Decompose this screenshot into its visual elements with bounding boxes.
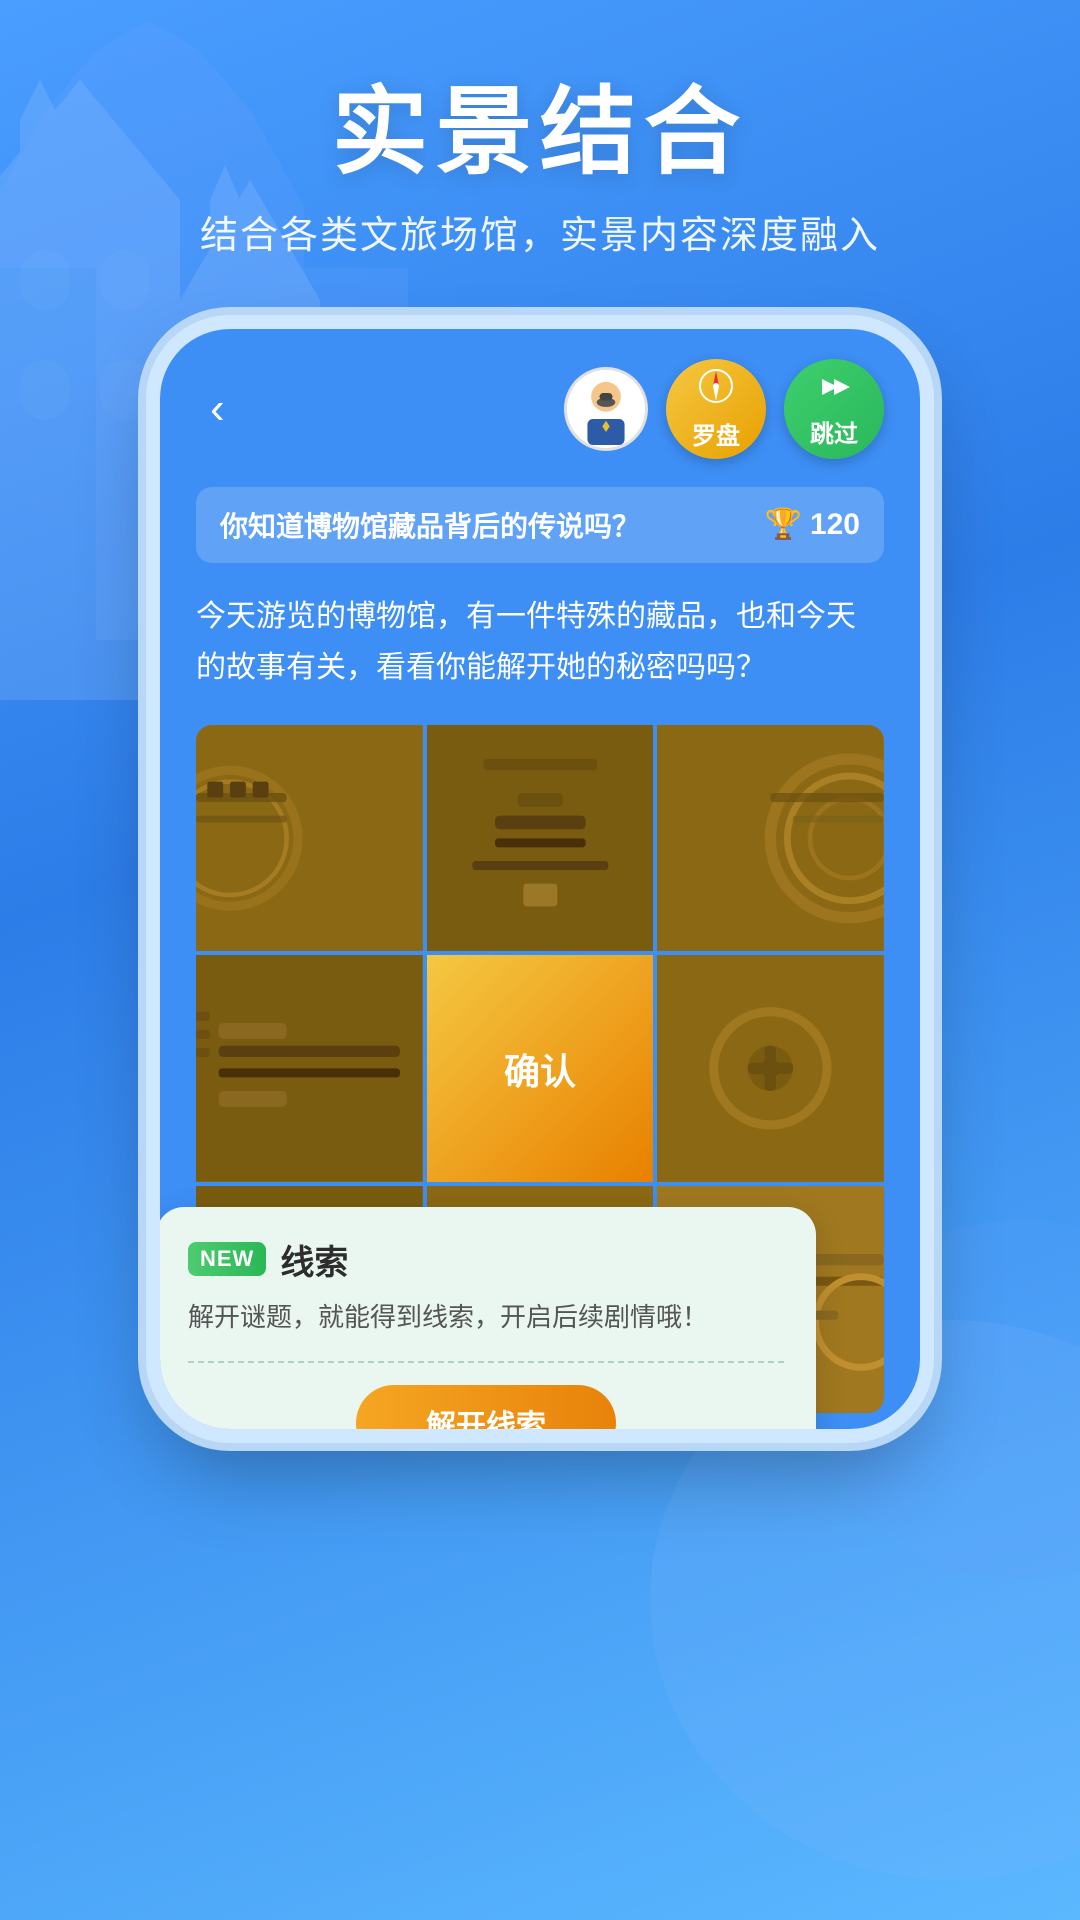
compass-icon: [697, 367, 735, 414]
clue-desc: 解开谜题，就能得到线索，开启后续剧情哦！: [188, 1298, 784, 1337]
sub-title: 结合各类文旅场馆，实景内容深度融入: [0, 204, 1080, 259]
phone-screen: ‹: [160, 329, 920, 1429]
puzzle-cell-4[interactable]: [196, 955, 423, 1182]
puzzle-area: 确认: [196, 725, 884, 1413]
puzzle-cell-3[interactable]: [657, 725, 884, 952]
skip-label: 跳过: [810, 414, 858, 449]
puzzle-cell-1[interactable]: [196, 725, 423, 952]
main-title: 实景结合: [0, 80, 1080, 186]
skip-button[interactable]: 跳过: [784, 359, 884, 459]
back-button[interactable]: ‹: [196, 376, 239, 442]
puzzle-cell-6[interactable]: [657, 955, 884, 1182]
skip-icon: [816, 369, 852, 414]
clue-card: NEW 线索 解开谜题，就能得到线索，开启后续剧情哦！ 解开线索: [160, 1207, 816, 1429]
puzzle-cell-2[interactable]: [427, 725, 654, 952]
compass-button[interactable]: 罗盘: [666, 359, 766, 459]
confirm-cell[interactable]: 确认: [427, 955, 654, 1182]
score-value: 120: [810, 508, 860, 542]
question-bar: 你知道博物馆藏品背后的传说吗？ 🏆 120: [196, 487, 884, 563]
nav-right: 罗盘 跳过: [564, 359, 884, 459]
phone-frame: ‹: [160, 329, 920, 1429]
new-badge: NEW: [188, 1242, 266, 1276]
top-nav: ‹: [196, 359, 884, 459]
description-text: 今天游览的博物馆，有一件特殊的藏品，也和今天的故事有关，看看你能解开她的秘密吗吗…: [196, 591, 884, 693]
header-section: 实景结合 结合各类文旅场馆，实景内容深度融入: [0, 0, 1080, 299]
clue-title: 线索: [280, 1235, 348, 1284]
question-text: 你知道博物馆藏品背后的传说吗？: [220, 505, 640, 545]
phone-wrapper: ‹: [0, 329, 1080, 1429]
score-badge: 🏆 120: [765, 507, 860, 542]
confirm-text[interactable]: 确认: [504, 1043, 576, 1095]
trophy-icon: 🏆: [765, 507, 802, 542]
avatar: [564, 367, 648, 451]
dashed-divider: [188, 1361, 784, 1363]
unlock-button[interactable]: 解开线索: [356, 1385, 616, 1429]
clue-card-top: NEW 线索: [188, 1235, 784, 1284]
compass-label: 罗盘: [692, 416, 740, 451]
